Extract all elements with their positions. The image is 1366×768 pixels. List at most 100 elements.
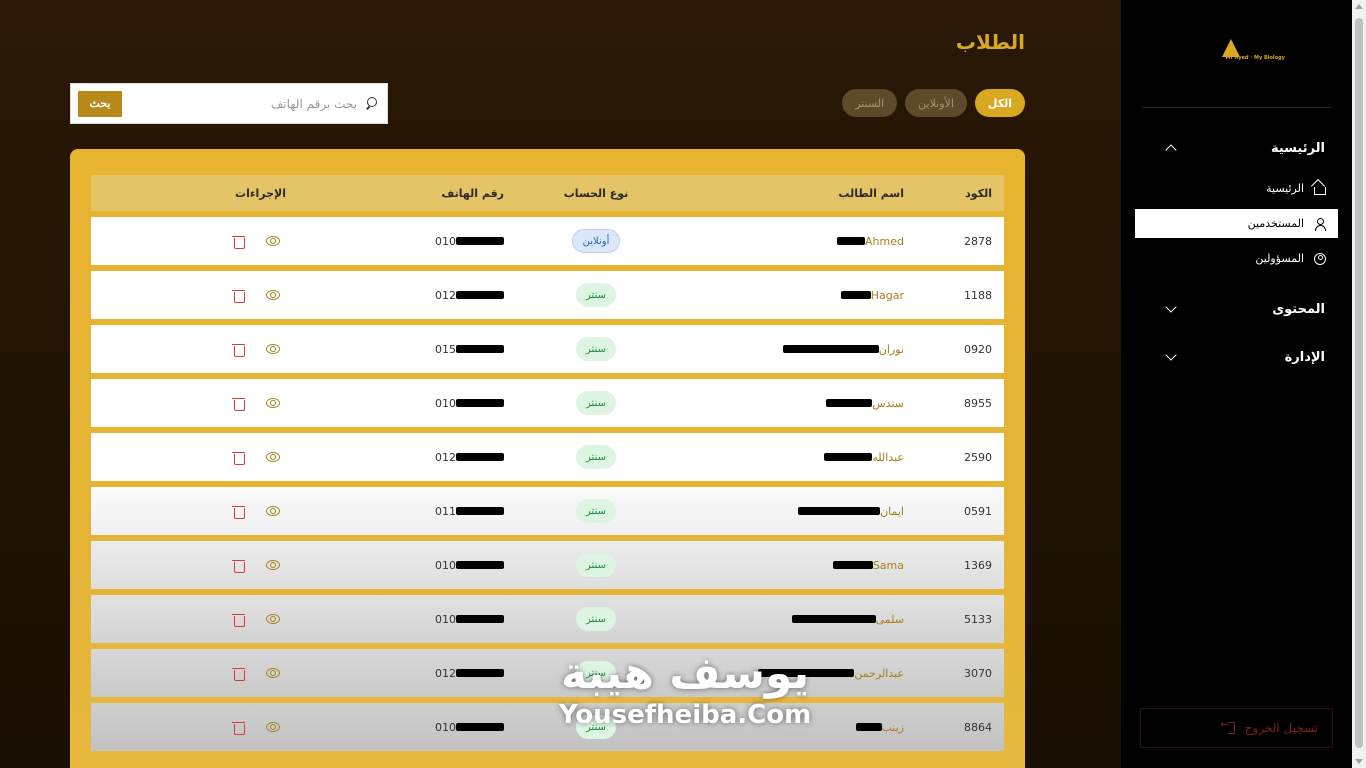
cell-name[interactable]: عبدالرحمن xyxy=(676,667,916,680)
logout-icon xyxy=(1223,722,1235,734)
cell-actions xyxy=(91,343,356,357)
sidebar-item-home[interactable]: الرئيسية xyxy=(1135,174,1338,203)
cell-phone: 010 xyxy=(356,613,516,626)
nav-group-content[interactable]: المحتوى xyxy=(1121,297,1352,321)
delete-trash-icon[interactable] xyxy=(232,451,245,465)
filter-online[interactable]: الأونلاين xyxy=(905,89,967,117)
logo-area: Mr Ayed · My Biology xyxy=(1141,0,1332,108)
delete-trash-icon[interactable] xyxy=(232,343,245,357)
sidebar-item-admins[interactable]: المسؤولين xyxy=(1135,244,1338,273)
filter-center[interactable]: السنتر xyxy=(842,89,898,117)
cell-name[interactable]: زينب xyxy=(676,721,916,734)
table-row[interactable]: 3070 عبدالرحمن سنتر 012 xyxy=(91,649,1004,697)
table-row[interactable]: 8864 زينب سنتر 010 xyxy=(91,703,1004,751)
table-row[interactable]: 5133 سلمى سنتر 010 xyxy=(91,595,1004,643)
cell-type: أونلاين xyxy=(516,229,676,253)
logout-button[interactable]: تسجيل الخروج xyxy=(1140,708,1333,748)
view-eye-icon[interactable] xyxy=(266,668,280,678)
header-phone: رقم الهاتف xyxy=(441,186,504,200)
redacted-surname xyxy=(758,669,855,677)
view-eye-icon[interactable] xyxy=(266,236,280,246)
main-content: الطلاب بحث السنتر الأونلاين الكل الكود ا… xyxy=(70,0,1025,768)
delete-trash-icon[interactable] xyxy=(232,397,245,411)
view-eye-icon[interactable] xyxy=(266,344,280,354)
view-eye-icon[interactable] xyxy=(266,722,280,732)
redacted-phone xyxy=(456,345,504,353)
view-eye-icon[interactable] xyxy=(266,560,280,570)
table-row[interactable]: 0920 نوران سنتر 015 xyxy=(91,325,1004,373)
home-subitems: الرئيسية المستخدمين المسؤولين xyxy=(1121,174,1352,273)
cell-code: 8864 xyxy=(964,720,992,734)
view-eye-icon[interactable] xyxy=(266,452,280,462)
cell-name[interactable]: Sama xyxy=(676,559,916,572)
nav-group-home-label: الرئيسية xyxy=(1270,140,1325,156)
cell-phone: 012 xyxy=(356,667,516,680)
delete-trash-icon[interactable] xyxy=(232,505,245,519)
redacted-phone xyxy=(456,399,504,407)
account-type-badge: سنتر xyxy=(576,661,616,685)
scrollbar-thumb[interactable] xyxy=(1355,18,1363,748)
redacted-surname xyxy=(826,399,873,407)
table-row[interactable]: 1188 Hagar سنتر 012 xyxy=(91,271,1004,319)
cell-actions xyxy=(91,451,356,465)
delete-trash-icon[interactable] xyxy=(232,667,245,681)
sidebar-item-label: المسؤولين xyxy=(1255,252,1304,265)
filter-all[interactable]: الكل xyxy=(974,89,1025,117)
cell-name[interactable]: ايمان xyxy=(676,505,916,518)
view-eye-icon[interactable] xyxy=(266,614,280,624)
delete-trash-icon[interactable] xyxy=(232,289,245,303)
redacted-phone xyxy=(456,561,504,569)
phone-prefix: 012 xyxy=(435,666,456,680)
view-eye-icon[interactable] xyxy=(266,398,280,408)
header-code: الكود xyxy=(965,186,992,200)
cell-phone: 011 xyxy=(356,505,516,518)
students-table: الكود اسم الطالب نوع الحساب رقم الهاتف ا… xyxy=(70,149,1025,768)
search-icon xyxy=(365,97,378,110)
phone-prefix: 010 xyxy=(435,720,456,734)
page-scrollbar[interactable] xyxy=(1352,0,1366,768)
nav-group-management[interactable]: الإدارة xyxy=(1121,345,1352,369)
scroll-up-icon[interactable] xyxy=(1355,4,1363,9)
view-eye-icon[interactable] xyxy=(266,290,280,300)
sidebar-item-users[interactable]: المستخدمين xyxy=(1135,209,1338,238)
delete-trash-icon[interactable] xyxy=(232,235,245,249)
redacted-surname xyxy=(855,723,882,731)
student-name: سندس xyxy=(872,396,904,410)
table-row[interactable]: 0591 ايمان سنتر 011 xyxy=(91,487,1004,535)
cell-type: سنتر xyxy=(516,661,676,685)
scroll-down-icon[interactable] xyxy=(1355,759,1363,764)
table-row[interactable]: 2590 عبدالله سنتر 012 xyxy=(91,433,1004,481)
cell-type: سنتر xyxy=(516,391,676,415)
cell-code: 5133 xyxy=(964,612,992,626)
redacted-phone xyxy=(456,723,504,731)
phone-prefix: 010 xyxy=(435,558,456,572)
header-actions: الإجراءات xyxy=(235,186,286,200)
table-row[interactable]: 8955 سندس سنتر 010 xyxy=(91,379,1004,427)
redacted-phone xyxy=(456,507,504,515)
delete-trash-icon[interactable] xyxy=(232,559,245,573)
cell-actions xyxy=(91,721,356,735)
brand-logo[interactable]: Mr Ayed · My Biology xyxy=(1220,38,1285,69)
cell-name[interactable]: Ahmed xyxy=(676,235,916,248)
delete-trash-icon[interactable] xyxy=(232,613,245,627)
delete-trash-icon[interactable] xyxy=(232,721,245,735)
chevron-down-icon xyxy=(1165,301,1177,313)
view-eye-icon[interactable] xyxy=(266,506,280,516)
account-type-badge: سنتر xyxy=(576,715,616,739)
cell-name[interactable]: سندس xyxy=(676,397,916,410)
table-row[interactable]: 1369 Sama سنتر 010 xyxy=(91,541,1004,589)
table-row[interactable]: 2878 Ahmed أونلاين 010 xyxy=(91,217,1004,265)
phone-search-input[interactable] xyxy=(127,96,357,111)
cell-name[interactable]: سلمى xyxy=(676,613,916,626)
redacted-phone xyxy=(456,453,504,461)
phone-prefix: 012 xyxy=(435,450,456,464)
nav-group-management-label: الإدارة xyxy=(1284,349,1325,365)
cell-name[interactable]: Hagar xyxy=(676,289,916,302)
cell-name[interactable]: نوران xyxy=(676,343,916,356)
nav-group-home[interactable]: الرئيسية xyxy=(1121,136,1352,160)
account-type-badge: سنتر xyxy=(576,445,616,469)
redacted-surname xyxy=(832,561,873,569)
account-type-badge: سنتر xyxy=(576,391,616,415)
search-button[interactable]: بحث xyxy=(78,90,122,117)
cell-name[interactable]: عبدالله xyxy=(676,451,916,464)
